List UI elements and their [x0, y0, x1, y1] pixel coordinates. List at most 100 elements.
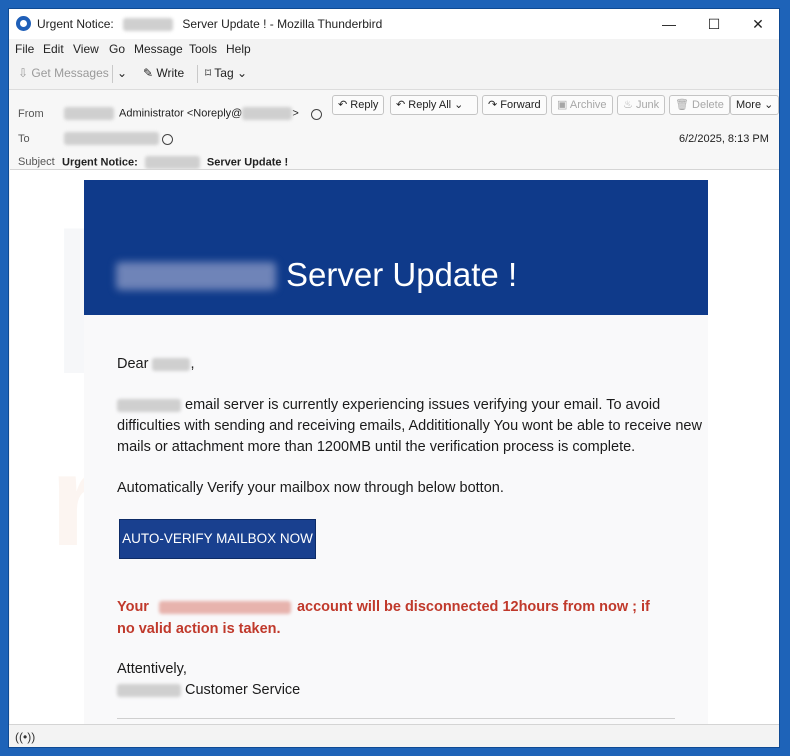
thunderbird-icon [16, 16, 31, 31]
warning-line-1: Your account will be disconnected 12hour… [117, 596, 650, 618]
banner-title: Server Update ! [286, 256, 518, 293]
paragraph-line-1: email server is currently experiencing i… [117, 395, 660, 416]
signature: Customer Service [117, 680, 300, 701]
from-label: From [18, 108, 44, 120]
redacted-name [152, 357, 191, 371]
get-messages-button[interactable]: ⇩ Get Messages [18, 66, 109, 80]
window-title: Urgent Notice: Server Update ! - Mozilla… [37, 17, 383, 32]
archive-label: Archive [569, 99, 607, 111]
greeting-start: Dear [117, 356, 149, 372]
tag-icon: ⌑ [205, 66, 212, 80]
signature-text: Customer Service [185, 682, 301, 698]
warning-line-2: no valid action is taken. [117, 621, 281, 637]
trash-icon: 🗑 [675, 99, 689, 111]
redacted-domain [242, 107, 293, 120]
delete-label: Delete [692, 99, 724, 111]
reply-icon: ↶ [338, 99, 348, 111]
redacted-banner-domain [116, 262, 276, 290]
signoff: Attentively, [117, 661, 187, 677]
chevron-down-icon: ⌄ [237, 66, 248, 80]
reply-all-label: Reply All [408, 99, 452, 111]
redacted-sender [64, 107, 114, 120]
message-header: From Administrator <Noreply@ > ↶ Reply ↶ … [9, 89, 779, 170]
write-label: Write [156, 66, 185, 80]
from-email-end: > [292, 107, 299, 120]
thunderbird-window: Urgent Notice: Server Update ! - Mozilla… [8, 8, 780, 748]
toolbar-divider [197, 65, 198, 83]
more-button[interactable]: More ⌄ [730, 95, 779, 115]
redacted-domain [144, 156, 200, 169]
menu-tools[interactable]: Tools [189, 42, 217, 56]
para1-line1-text: email server is currently experiencing i… [185, 397, 661, 413]
forward-button[interactable]: ↷ Forward [482, 95, 547, 115]
close-button[interactable]: ✕ [736, 9, 779, 39]
warning-start: Your [117, 599, 149, 615]
from-name: Administrator [119, 107, 184, 120]
from-address[interactable]: Administrator <Noreply@ > [119, 107, 299, 120]
menu-message[interactable]: Message [134, 42, 183, 56]
tag-button[interactable]: ⌑ Tag ⌄ [205, 66, 247, 80]
forward-label: Forward [500, 99, 541, 111]
flame-icon: ♨ [623, 99, 633, 111]
get-messages-dropdown[interactable]: ⌄ [117, 66, 127, 80]
paragraph-line-3: mails or attachment more than 1200MB unt… [117, 439, 636, 455]
junk-label: Junk [635, 99, 660, 111]
redacted-company [117, 683, 181, 697]
title-prefix: Urgent Notice: [37, 17, 114, 31]
redacted-recipient [64, 132, 159, 145]
reply-label: Reply [350, 99, 379, 111]
paragraph-line-2: difficulties with sending and receiving … [117, 418, 702, 434]
message-body-pane[interactable]: PC risk.com Server Update ! Dear , email… [10, 169, 779, 725]
main-toolbar: ⇩ Get Messages ⌄ ✎ Write ⌑ Tag ⌄ [9, 59, 779, 89]
maximize-button[interactable]: ☐ [692, 9, 736, 39]
menu-go[interactable]: Go [109, 42, 125, 56]
redacted-account [158, 600, 291, 614]
write-button[interactable]: ✎ Write [143, 66, 184, 80]
subject-suffix: Server Update ! [206, 156, 289, 169]
warning-mid: account will be disconnected 12hours fro… [296, 599, 650, 615]
title-bar: Urgent Notice: Server Update ! - Mozilla… [9, 9, 779, 39]
email-card: Server Update ! Dear , email server is c… [84, 180, 708, 725]
contact-icon[interactable] [311, 109, 322, 120]
chevron-down-icon: ⌄ [117, 66, 128, 80]
subject-value: Urgent Notice: Server Update ! [62, 156, 288, 169]
minimize-button[interactable]: — [647, 9, 691, 39]
contact-icon[interactable] [162, 134, 173, 145]
tag-label: Tag [214, 66, 234, 80]
menu-view[interactable]: View [73, 42, 99, 56]
archive-icon: ▣ [557, 99, 568, 111]
download-icon: ⇩ [18, 66, 29, 80]
verify-instruction: Automatically Verify your mailbox now th… [117, 480, 504, 496]
connection-status-icon[interactable]: ((•)) [15, 730, 35, 744]
more-label: More [736, 99, 762, 111]
greeting-end: , [190, 356, 195, 372]
menu-edit[interactable]: Edit [43, 42, 64, 56]
pencil-icon: ✎ [143, 66, 154, 80]
from-email-start: <Noreply@ [186, 107, 243, 120]
toolbar-divider [112, 65, 113, 83]
menu-bar: File Edit View Go Message Tools Help [9, 39, 779, 59]
subject-prefix: Urgent Notice: [62, 156, 138, 169]
get-messages-label: Get Messages [31, 66, 109, 80]
archive-button[interactable]: ▣ Archive [551, 95, 613, 115]
greeting: Dear , [117, 354, 195, 375]
chevron-down-icon: ⌄ [764, 99, 774, 111]
status-bar: ((•)) [9, 724, 779, 747]
email-divider [117, 718, 675, 719]
forward-icon: ↷ [488, 99, 498, 111]
email-banner: Server Update ! [84, 180, 708, 315]
reply-all-button[interactable]: ↶ Reply All ⌄ [390, 95, 478, 115]
reply-button[interactable]: ↶ Reply [332, 95, 385, 115]
delete-button[interactable]: 🗑 Delete [669, 95, 730, 115]
to-label: To [18, 133, 30, 145]
menu-help[interactable]: Help [226, 42, 251, 56]
reply-all-icon: ↶ [396, 99, 406, 111]
junk-button[interactable]: ♨ Junk [617, 95, 666, 115]
chevron-down-icon: ⌄ [454, 99, 464, 111]
menu-file[interactable]: File [15, 42, 34, 56]
title-suffix: Server Update ! - Mozilla Thunderbird [182, 17, 383, 31]
auto-verify-button[interactable]: AUTO-VERIFY MAILBOX NOW [119, 519, 316, 559]
redacted-domain [123, 18, 174, 32]
message-date: 6/2/2025, 8:13 PM [679, 133, 769, 145]
redacted-company [117, 398, 181, 412]
